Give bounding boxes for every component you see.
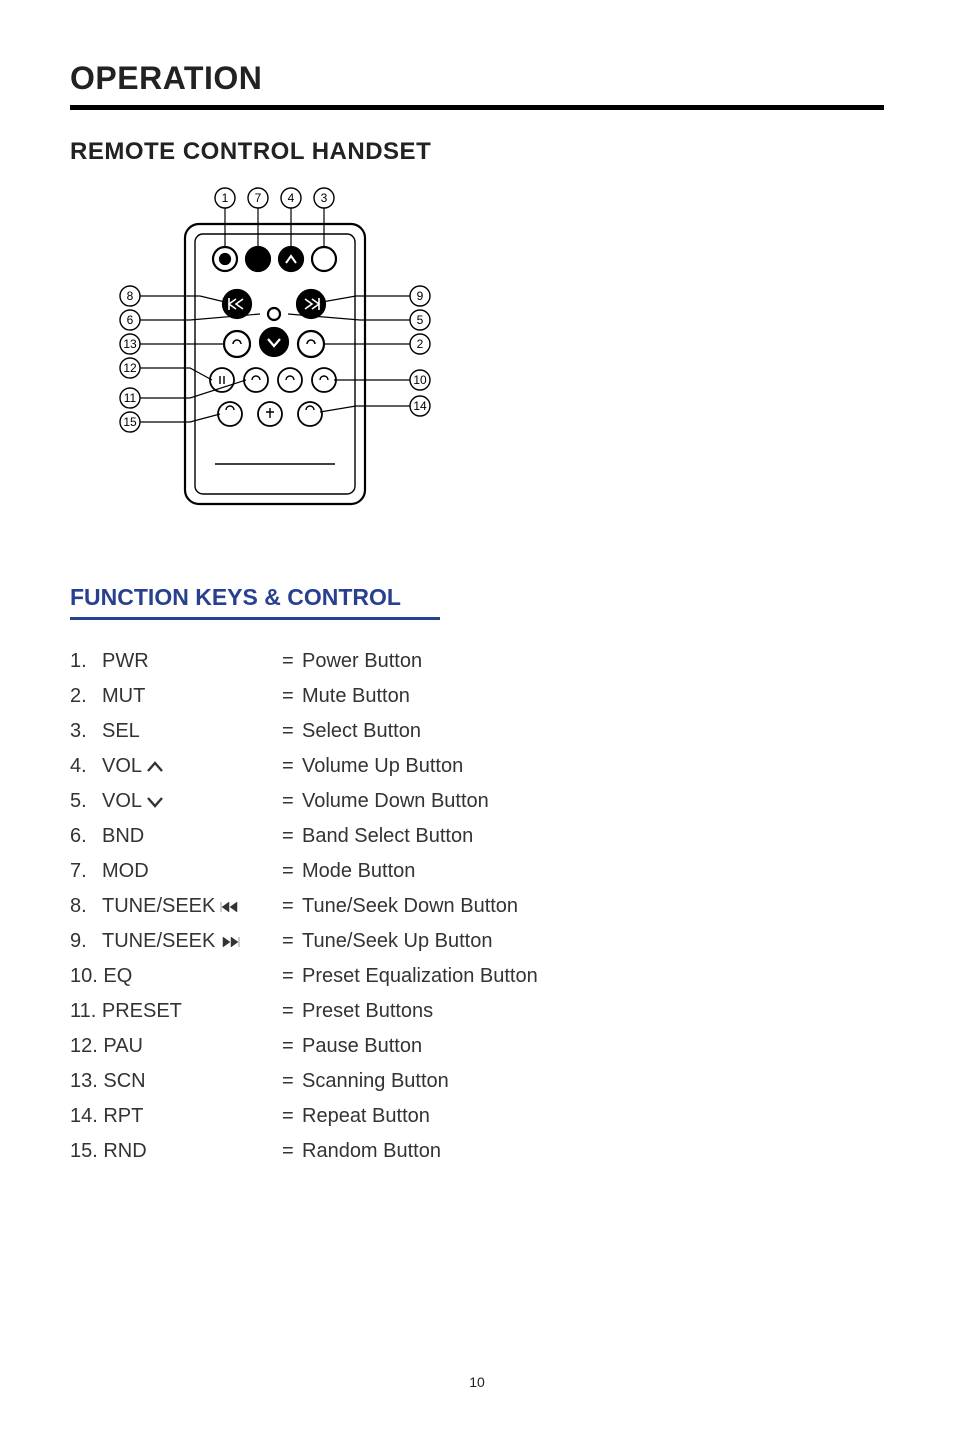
svg-text:14: 14 [413, 399, 427, 413]
function-description: Pause Button [302, 1029, 884, 1064]
function-key: BND [102, 819, 282, 854]
section-heading: FUNCTION KEYS & CONTROL [70, 584, 884, 611]
function-description: Tune/Seek Down Button [302, 889, 884, 924]
function-key: MUT [102, 679, 282, 714]
svg-text:9: 9 [417, 289, 424, 303]
equals-sign: = [282, 819, 302, 854]
function-key: VOL [102, 784, 282, 819]
function-description: Preset Equalization Button [302, 959, 884, 994]
function-row: 5.VOL= Volume Down Button [70, 784, 884, 819]
function-number: 6. [70, 819, 102, 854]
function-number: 3. [70, 714, 102, 749]
function-row: 7.MOD= Mode Button [70, 854, 884, 889]
remote-diagram: 1 7 4 3 8 6 13 12 11 15 9 5 2 10 14 [70, 184, 884, 524]
function-description: Volume Up Button [302, 749, 884, 784]
function-row: 1.PWR= Power Button [70, 644, 884, 679]
svg-text:13: 13 [123, 337, 137, 351]
function-key: SEL [102, 714, 282, 749]
svg-text:2: 2 [417, 337, 424, 351]
function-key: TUNE/SEEK [102, 924, 282, 959]
function-row: 11. PRESET= Preset Buttons [70, 994, 884, 1029]
svg-text:10: 10 [413, 373, 427, 387]
function-number: 5. [70, 784, 102, 819]
function-key: PWR [102, 644, 282, 679]
equals-sign: = [282, 924, 302, 959]
skip-back-icon [219, 889, 241, 924]
svg-text:4: 4 [288, 191, 295, 205]
function-description: Select Button [302, 714, 884, 749]
function-row: 3.SEL= Select Button [70, 714, 884, 749]
function-description: Band Select Button [302, 819, 884, 854]
function-list: 1.PWR= Power Button2.MUT= Mute Button3.S… [70, 644, 884, 1169]
equals-sign: = [282, 959, 302, 994]
function-number: 9. [70, 924, 102, 959]
equals-sign: = [282, 1064, 302, 1099]
function-key: 11. PRESET [70, 994, 282, 1029]
subtitle-remote: REMOTE CONTROL HANDSET [70, 138, 884, 166]
function-key: VOL [102, 749, 282, 784]
equals-sign: = [282, 994, 302, 1029]
function-description: Scanning Button [302, 1064, 884, 1099]
svg-text:11: 11 [124, 391, 137, 405]
function-row: 15. RND= Random Button [70, 1134, 884, 1169]
svg-text:7: 7 [255, 191, 262, 205]
page-number: 10 [0, 1374, 954, 1390]
function-description: Preset Buttons [302, 994, 884, 1029]
equals-sign: = [282, 1099, 302, 1134]
function-number: 1. [70, 644, 102, 679]
function-row: 14. RPT= Repeat Button [70, 1099, 884, 1134]
title-rule [70, 105, 884, 110]
svg-text:6: 6 [127, 313, 134, 327]
svg-text:15: 15 [123, 415, 137, 429]
function-description: Power Button [302, 644, 884, 679]
function-row: 9.TUNE/SEEK= Tune/Seek Up Button [70, 924, 884, 959]
function-key: TUNE/SEEK [102, 889, 282, 924]
section-rule [70, 617, 440, 620]
equals-sign: = [282, 784, 302, 819]
function-number: 4. [70, 749, 102, 784]
equals-sign: = [282, 1134, 302, 1169]
skip-fwd-icon [219, 924, 241, 959]
equals-sign: = [282, 1029, 302, 1064]
equals-sign: = [282, 889, 302, 924]
function-row: 8.TUNE/SEEK= Tune/Seek Down Button [70, 889, 884, 924]
function-key: 15. RND [70, 1134, 282, 1169]
function-number: 2. [70, 679, 102, 714]
function-row: 6.BND= Band Select Button [70, 819, 884, 854]
chev-up-icon [146, 749, 164, 784]
equals-sign: = [282, 679, 302, 714]
svg-text:1: 1 [222, 191, 229, 205]
equals-sign: = [282, 714, 302, 749]
function-description: Mute Button [302, 679, 884, 714]
function-description: Mode Button [302, 854, 884, 889]
svg-text:8: 8 [127, 289, 134, 303]
svg-text:12: 12 [123, 361, 137, 375]
chev-down-icon [146, 784, 164, 819]
equals-sign: = [282, 644, 302, 679]
function-description: Repeat Button [302, 1099, 884, 1134]
function-key: MOD [102, 854, 282, 889]
equals-sign: = [282, 749, 302, 784]
function-row: 13. SCN= Scanning Button [70, 1064, 884, 1099]
function-description: Random Button [302, 1134, 884, 1169]
equals-sign: = [282, 854, 302, 889]
function-key: 13. SCN [70, 1064, 282, 1099]
page-title: OPERATION [70, 60, 884, 97]
function-row: 2.MUT= Mute Button [70, 679, 884, 714]
function-row: 12. PAU= Pause Button [70, 1029, 884, 1064]
function-number: 7. [70, 854, 102, 889]
svg-text:5: 5 [417, 313, 424, 327]
function-description: Volume Down Button [302, 784, 884, 819]
function-key: 10. EQ [70, 959, 282, 994]
function-number: 8. [70, 889, 102, 924]
function-description: Tune/Seek Up Button [302, 924, 884, 959]
svg-text:3: 3 [321, 191, 328, 205]
function-row: 4.VOL= Volume Up Button [70, 749, 884, 784]
function-key: 14. RPT [70, 1099, 282, 1134]
function-key: 12. PAU [70, 1029, 282, 1064]
function-row: 10. EQ= Preset Equalization Button [70, 959, 884, 994]
